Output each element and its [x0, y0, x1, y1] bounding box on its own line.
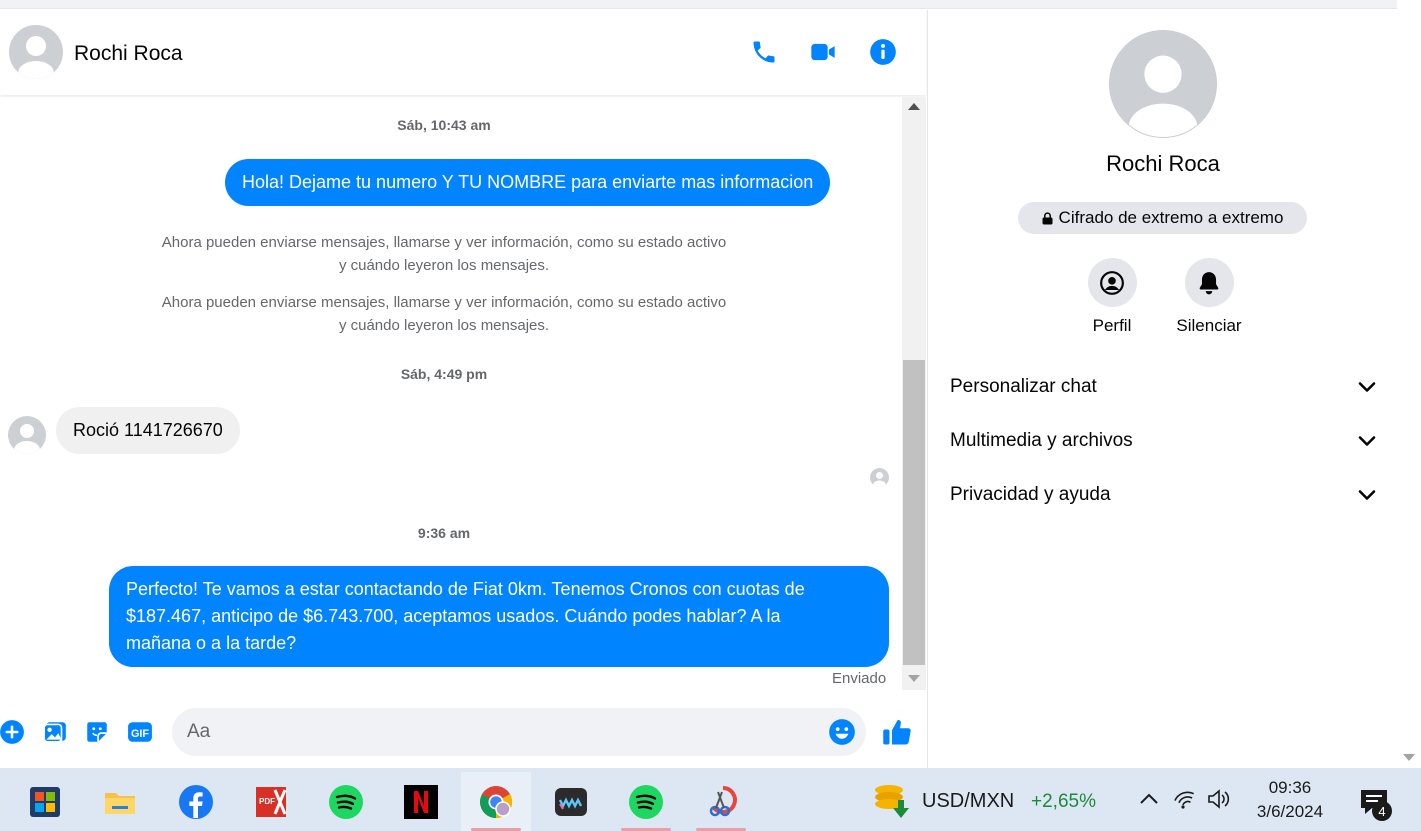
- sticker-icon[interactable]: [83, 718, 111, 746]
- clock-date: 3/6/2024: [1256, 802, 1324, 821]
- clock-time: 09:36: [1268, 778, 1312, 797]
- profile-avatar[interactable]: [1109, 30, 1217, 138]
- outgoing-message[interactable]: Hola! Dejame tu numero Y TU NOMBRE para …: [225, 159, 831, 206]
- timestamp: Sáb, 10:43 am: [397, 117, 491, 133]
- volume-icon[interactable]: [1206, 786, 1232, 812]
- panel-scrollbar[interactable]: [1397, 0, 1421, 768]
- start-button[interactable]: [10, 772, 80, 831]
- timestamp: Sáb, 4:49 pm: [400, 366, 488, 382]
- currency-change: +2,65%: [1031, 791, 1096, 812]
- section-label: Multimedia y archivos: [950, 430, 1133, 451]
- scroll-down-arrow[interactable]: [908, 675, 920, 682]
- chat-header: Rochi Roca: [0, 10, 926, 95]
- facebook-app[interactable]: [161, 772, 231, 831]
- encryption-badge[interactable]: Cifrado de extremo a extremo: [1018, 202, 1307, 234]
- netflix-app[interactable]: [386, 772, 456, 831]
- scroll-up-arrow[interactable]: [908, 103, 920, 110]
- wuwu-app[interactable]: [536, 772, 606, 831]
- contact-avatar[interactable]: [9, 25, 63, 79]
- svg-text:GIF: GIF: [131, 728, 149, 740]
- system-notice-line: y cuándo leyeron los mensajes.: [338, 257, 550, 274]
- plus-icon[interactable]: [0, 718, 26, 746]
- spotify-app-2[interactable]: [611, 772, 681, 831]
- sender-avatar[interactable]: [8, 416, 46, 454]
- system-notice-line: Ahora pueden enviarse mensajes, llamarse…: [161, 294, 727, 311]
- chrome-app[interactable]: [461, 772, 531, 831]
- conversation-info-panel: Rochi Roca Cifrado de extremo a extremo …: [927, 10, 1397, 768]
- gif-icon[interactable]: GIF: [126, 718, 154, 746]
- video-camera-icon[interactable]: [808, 37, 838, 67]
- system-notice: Ahora pueden enviarse mensajes, llamarse…: [0, 231, 888, 277]
- thumbs-up-icon[interactable]: [881, 716, 913, 748]
- folder-icon: [105, 792, 135, 814]
- snipping-tool-app[interactable]: [686, 772, 756, 831]
- message-input[interactable]: [172, 708, 866, 756]
- pdf-icon: PDF: [256, 786, 287, 817]
- info-icon[interactable]: [868, 37, 898, 67]
- file-explorer-app[interactable]: [85, 772, 155, 831]
- chevron-down-icon: [1358, 490, 1376, 500]
- outgoing-message[interactable]: Perfecto! Te vamos a estar contactando d…: [109, 566, 889, 667]
- currency-widget-icon[interactable]: [871, 782, 911, 822]
- section-media-files[interactable]: Multimedia y archivos: [950, 426, 1376, 456]
- pdf-editor-app[interactable]: PDF: [236, 772, 306, 831]
- phone-icon[interactable]: [749, 37, 779, 67]
- system-notice-line: Ahora pueden enviarse mensajes, llamarse…: [161, 234, 727, 251]
- profile-name[interactable]: Rochi Roca: [928, 151, 1398, 177]
- windows-icon: [30, 786, 60, 817]
- emoji-icon[interactable]: [828, 718, 856, 746]
- profile-action[interactable]: Perfil: [1062, 258, 1162, 336]
- contact-name[interactable]: Rochi Roca: [74, 42, 183, 66]
- message-status: Enviado: [832, 670, 887, 687]
- chevron-down-icon: [1358, 436, 1376, 446]
- scroll-down-arrow[interactable]: [1403, 754, 1415, 761]
- mute-action[interactable]: Silenciar: [1159, 258, 1259, 336]
- taskbar: PDF USD/MXN +2,65% 09:36 3/6/2024 4: [0, 768, 1421, 831]
- spotify-app[interactable]: [311, 772, 381, 831]
- chevron-up-icon[interactable]: [1136, 786, 1162, 812]
- mute-action-label: Silenciar: [1176, 316, 1242, 335]
- lock-icon: [1042, 211, 1053, 224]
- message-line: mañana o a la tarde?: [126, 633, 297, 653]
- spotify-icon: [629, 784, 663, 819]
- timestamp: 9:36 am: [417, 525, 471, 541]
- chevron-down-icon: [1358, 382, 1376, 392]
- section-customize-chat[interactable]: Personalizar chat: [950, 372, 1376, 402]
- chrome-icon: [480, 785, 513, 818]
- scroll-thumb[interactable]: [903, 360, 925, 665]
- message-line: $187.467, anticipo de $6.743.700, acepta…: [126, 606, 781, 626]
- netflix-icon: [404, 784, 438, 819]
- message-scrollbar[interactable]: [902, 97, 926, 690]
- incoming-message[interactable]: Roció 1141726670: [56, 407, 240, 454]
- currency-ticker[interactable]: USD/MXN: [922, 790, 1014, 813]
- system-notice: Ahora pueden enviarse mensajes, llamarse…: [0, 291, 888, 337]
- encryption-label: Cifrado de extremo a extremo: [1058, 208, 1284, 227]
- wifi-icon[interactable]: [1172, 786, 1198, 812]
- section-label: Personalizar chat: [950, 376, 1097, 397]
- composer: GIF: [0, 690, 926, 768]
- svg-text:PDF: PDF: [259, 797, 275, 806]
- scissors-icon: [709, 785, 737, 816]
- spotify-icon: [329, 784, 363, 819]
- message-line: Perfecto! Te vamos a estar contactando d…: [126, 579, 805, 599]
- window-top-edge: [0, 0, 1397, 9]
- section-privacy-help[interactable]: Privacidad y ayuda: [950, 480, 1376, 510]
- wave-app-icon: [555, 787, 587, 816]
- seen-avatar: [870, 468, 889, 487]
- profile-action-label: Perfil: [1092, 316, 1132, 335]
- system-clock[interactable]: 09:36 3/6/2024: [1250, 776, 1330, 824]
- section-label: Privacidad y ayuda: [950, 484, 1111, 505]
- image-icon[interactable]: [41, 718, 69, 746]
- notification-count: 4: [1372, 801, 1392, 821]
- profile-icon[interactable]: [1087, 258, 1137, 307]
- system-notice-line: y cuándo leyeron los mensajes.: [338, 317, 550, 334]
- message-list[interactable]: Sáb, 10:43 am Hola! Dejame tu numero Y T…: [0, 97, 902, 690]
- facebook-icon: [179, 784, 213, 819]
- bell-icon[interactable]: [1184, 258, 1234, 307]
